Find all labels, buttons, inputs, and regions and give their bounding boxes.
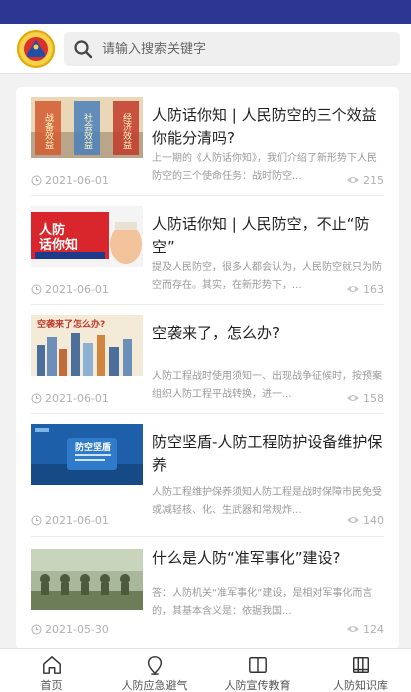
thumb-text: 战备效益 <box>43 113 54 149</box>
article-title[interactable]: 人防话你知 | 人民防空，不止“防空” <box>152 213 384 259</box>
article-views: 140 <box>346 512 384 528</box>
eye-icon <box>347 517 359 523</box>
article-item[interactable]: 空袭来了怎么办? 空袭来了，怎么办? 人防工程战时使用须知一、出现战争征候时，按… <box>31 305 384 414</box>
views-count: 215 <box>363 173 384 187</box>
tab-education[interactable]: 人防宣传教育 <box>206 649 309 692</box>
clock-icon <box>31 624 42 634</box>
article-date: 2021-06-01 <box>31 512 109 528</box>
views-count: 163 <box>363 282 384 296</box>
article-item[interactable]: 什么是人防“准军事化”建设? 答：人防机关“准军事化”建设，是相对军事化而言的，… <box>31 537 384 649</box>
date-text: 2021-05-30 <box>45 622 109 636</box>
clock-icon <box>31 284 42 294</box>
thumb-text: 人防 <box>39 222 65 238</box>
article-thumbnail: 空袭来了怎么办? <box>31 315 143 376</box>
date-text: 2021-06-01 <box>45 391 109 405</box>
search-box[interactable] <box>64 32 400 66</box>
article-title[interactable]: 人防话你知 | 人民防空的三个效益你能分清吗? <box>152 104 384 150</box>
tab-label: 首页 <box>40 679 63 692</box>
clock-icon <box>31 515 42 525</box>
views-count: 140 <box>363 513 384 527</box>
article-summary: 答：人防机关“准军事化”建设，是相对军事化而言的，其基本含义是：依据我国... <box>152 588 373 617</box>
tab-knowledge-base[interactable]: 人防知识库 <box>309 649 411 692</box>
thumb-text: 防空坚盾 <box>75 441 111 453</box>
tab-label: 人防知识库 <box>333 679 388 692</box>
date-text: 2021-06-01 <box>45 173 109 187</box>
civil-defense-logo-icon[interactable] <box>17 30 55 68</box>
article-item[interactable]: 防空坚盾 防空坚盾-人防工程防护设备维护保养 人防工程维护保养须知人防工程是战时… <box>31 414 384 537</box>
article-thumbnail: 战备效益 社会效益 经济效益 <box>31 97 143 158</box>
thumb-text: 社会效益 <box>82 112 93 149</box>
header <box>0 24 411 74</box>
library-icon <box>352 657 369 673</box>
article-thumbnail: 人防 话你知 <box>31 206 143 267</box>
location-pin-icon <box>147 656 162 675</box>
eye-icon <box>347 626 359 632</box>
article-thumbnail: 防空坚盾 <box>31 424 143 485</box>
bottom-tab-bar: 首页 人防应急避气 人防宣传教育 人防知识库 <box>0 648 411 692</box>
article-date: 2021-05-30 <box>31 621 109 637</box>
search-input[interactable] <box>102 32 392 66</box>
eye-icon <box>347 286 359 292</box>
views-count: 158 <box>363 391 384 405</box>
article-date: 2021-06-01 <box>31 281 109 297</box>
status-bar <box>0 0 411 24</box>
book-icon <box>248 657 267 673</box>
article-date: 2021-06-01 <box>31 390 109 406</box>
article-item[interactable]: 战备效益 社会效益 经济效益 人防话你知 | 人民防空的三个效益你能分清吗? 上… <box>31 87 384 196</box>
article-views: 124 <box>346 621 384 637</box>
eye-icon <box>347 177 359 183</box>
tab-emergency-shelter[interactable]: 人防应急避气 <box>103 649 206 692</box>
article-views: 163 <box>346 281 384 297</box>
date-text: 2021-06-01 <box>45 513 109 527</box>
article-list: 战备效益 社会效益 经济效益 人防话你知 | 人民防空的三个效益你能分清吗? 上… <box>16 87 399 649</box>
tab-label: 人防应急避气 <box>121 679 188 692</box>
clock-icon <box>31 175 42 185</box>
home-icon <box>42 656 61 674</box>
thumb-text: 空袭来了怎么办? <box>37 318 105 330</box>
thumb-text: 话你知 <box>39 237 78 253</box>
clock-icon <box>31 393 42 403</box>
article-title[interactable]: 防空坚盾-人防工程防护设备维护保养 <box>152 431 384 477</box>
search-icon[interactable] <box>73 39 93 59</box>
thumb-text: 经济效益 <box>121 112 132 149</box>
article-title[interactable]: 什么是人防“准军事化”建设? <box>152 547 384 570</box>
article-thumbnail <box>31 549 143 610</box>
article-date: 2021-06-01 <box>31 172 109 188</box>
article-title[interactable]: 空袭来了，怎么办? <box>152 322 384 345</box>
views-count: 124 <box>363 622 384 636</box>
eye-icon <box>347 395 359 401</box>
tab-label: 人防宣传教育 <box>224 679 291 692</box>
date-text: 2021-06-01 <box>45 282 109 296</box>
tab-home[interactable]: 首页 <box>0 649 103 692</box>
article-item[interactable]: 人防 话你知 人防话你知 | 人民防空，不止“防空” 提及人民防空，很多人都会认… <box>31 196 384 305</box>
article-views: 215 <box>346 172 384 188</box>
article-views: 158 <box>346 390 384 406</box>
